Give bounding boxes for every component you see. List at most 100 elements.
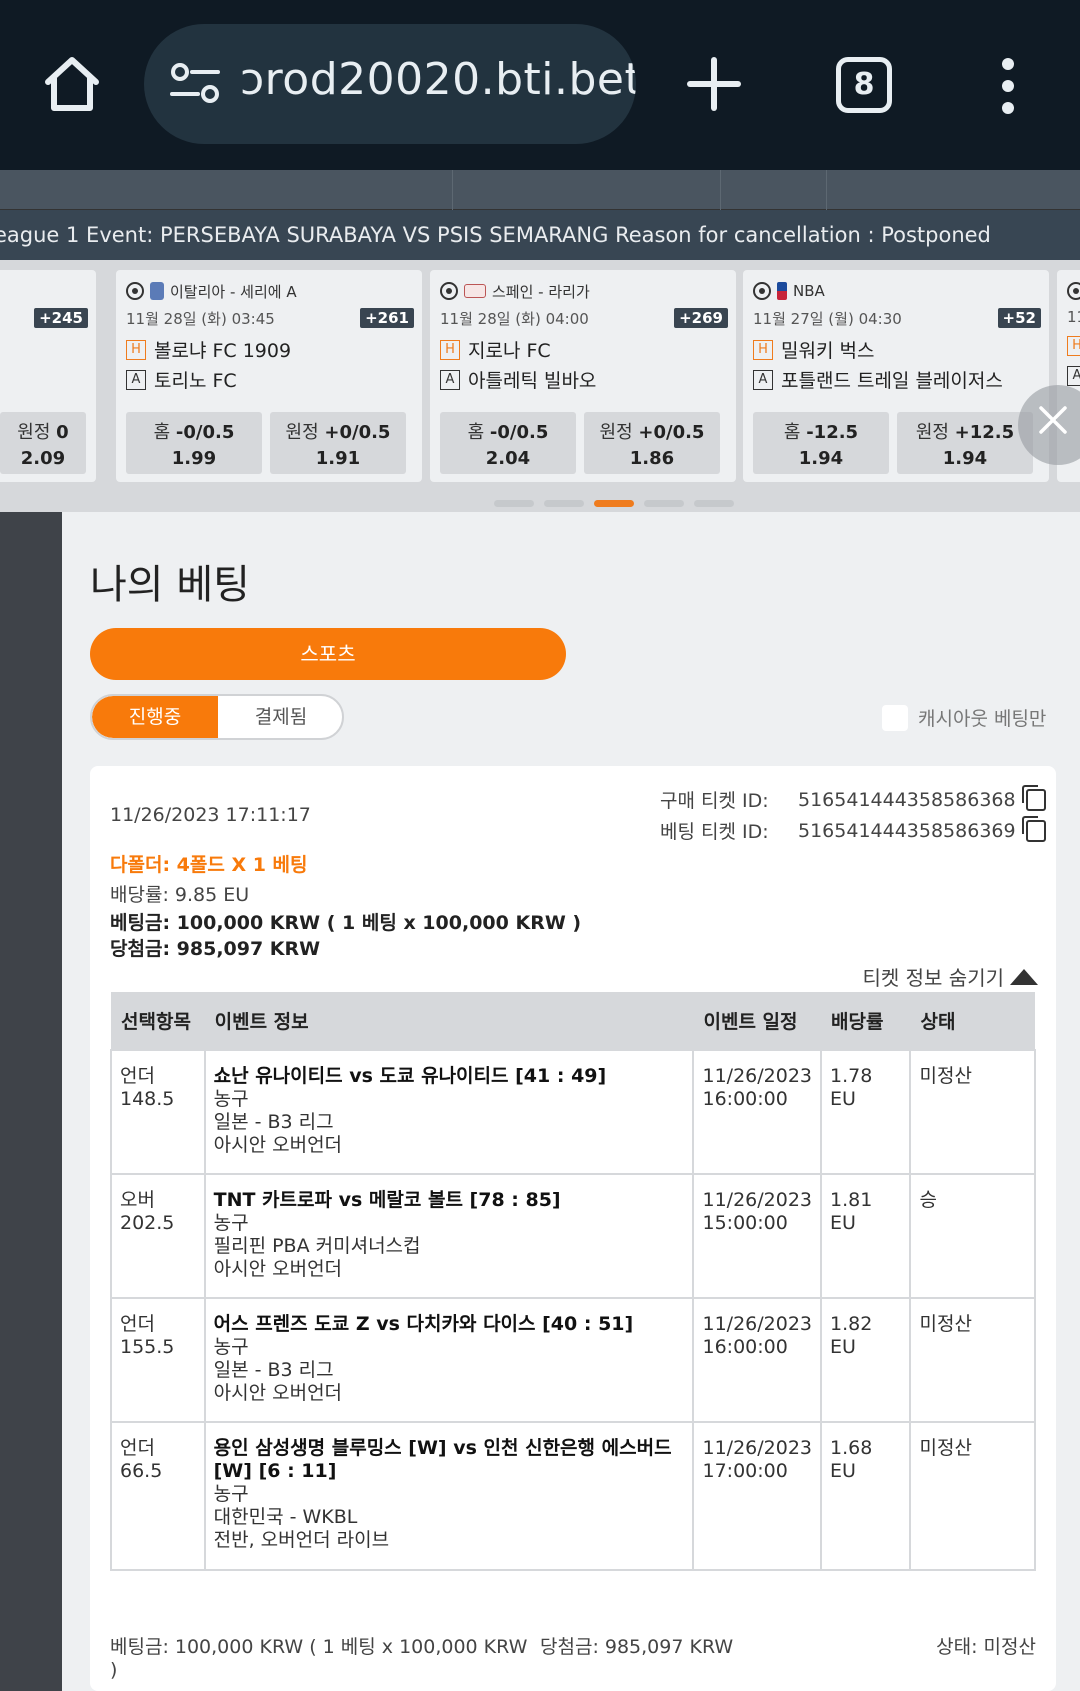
status-cell: 미정산 [909, 1297, 1036, 1423]
event-market: 아시안 오버언더 [213, 1134, 343, 1156]
home-team: 볼로냐 FC 1909 [154, 340, 292, 362]
table-row: 오버 202.5 TNT 카트로파 vs 메랄코 볼트 [78 : 85] 농구… [110, 1173, 1036, 1299]
address-bar[interactable]: ɔrod20020.bti.bet [144, 24, 636, 144]
featured-events-carousel[interactable]: +245 원정 0 2.09 이탈리아 - 세리에 A 11월 28일 (화) … [0, 270, 1080, 482]
event-league: 대한민국 - WKBL [213, 1506, 358, 1528]
league-name: 스페인 - 라리가 [492, 282, 590, 301]
pager-dot-active[interactable] [594, 500, 634, 507]
announcement-ticker[interactable]: eague 1 Event: PERSEBAYA SURABAYA VS PSI… [0, 210, 1080, 260]
url-text[interactable]: ɔrod20020.bti.bet [240, 54, 636, 105]
stake-line: 베팅금: 100,000 KRW ( 1 베팅 x 100,000 KRW ) [110, 912, 582, 934]
event-league: 일본 - B3 리그 [213, 1111, 334, 1133]
cashout-filter[interactable]: 캐시아웃 베팅만 [882, 704, 1046, 731]
odds-value: 2.09 [20, 448, 66, 469]
my-bets-panel: 나의 베팅 스포츠 진행중 결제됨 캐시아웃 베팅만 11/26/2023 17… [62, 512, 1080, 1691]
hide-info-label: 티켓 정보 숨기기 [862, 966, 1004, 990]
table-row: 언더 155.5 어스 프렌즈 도쿄 Z vs 다치카와 다이스 [40 : 5… [110, 1297, 1036, 1423]
event-card[interactable]: NBA 11월 27일 (월) 04:30 +52 H 밀워키 벅스 A 포틀랜드 … [743, 270, 1049, 482]
pager-dot[interactable] [694, 500, 734, 507]
cashout-label: 캐시아웃 베팅만 [918, 708, 1047, 730]
table-row: 언더 148.5 쇼난 유나이티드 vs 도쿄 유나이티드 [41 : 49] … [110, 1049, 1036, 1175]
collapse-arrow-icon [1010, 968, 1038, 985]
markets-count-badge[interactable]: +245 [34, 308, 88, 328]
more-menu-icon[interactable] [996, 56, 1020, 116]
footer-stake: 베팅금: 100,000 KRW ( 1 베팅 x 100,000 KRW ) [110, 1636, 528, 1681]
odds-label: 홈 [783, 422, 801, 443]
ticker-text: eague 1 Event: PERSEBAYA SURABAYA VS PSI… [0, 223, 991, 247]
new-tab-icon[interactable] [684, 54, 744, 114]
markets-count-badge[interactable]: +261 [360, 308, 414, 328]
sports-tab-button[interactable]: 스포츠 [90, 628, 566, 680]
odds-button[interactable]: 홈 -12.5 1.94 [753, 412, 889, 474]
away-badge: A [1067, 366, 1080, 386]
tab-switcher-button[interactable]: 8 [836, 57, 892, 113]
odds-line: +0/0.5 [638, 422, 705, 443]
odds-label: 원정 [17, 422, 51, 443]
hide-ticket-info-toggle[interactable]: 티켓 정보 숨기기 [862, 962, 1038, 991]
event-date-cell: 11/26/2023 17:00:00 [692, 1421, 822, 1571]
divider [720, 170, 721, 210]
column-header: 배당률 [821, 992, 911, 1050]
copy-icon[interactable] [1021, 815, 1046, 842]
away-badge: A [753, 369, 773, 390]
total-odds: 배당률: 9.85 EU [110, 884, 250, 906]
column-header: 선택항목 [111, 992, 205, 1050]
copy-icon[interactable] [1021, 784, 1046, 811]
away-badge: A [440, 369, 460, 390]
pager-dot[interactable] [644, 500, 684, 507]
home-icon[interactable] [40, 52, 104, 116]
odds-button[interactable]: 원정 0 2.09 [0, 412, 86, 474]
ticket-timestamp: 11/26/2023 17:11:17 [110, 804, 311, 826]
overlay-backdrop[interactable] [0, 512, 62, 1691]
column-header: 이벤트 정보 [204, 992, 694, 1050]
basketball-icon [1067, 282, 1080, 300]
purchase-id-label: 구매 티켓 ID: [660, 790, 769, 812]
odds-line: +12.5 [954, 422, 1015, 443]
odds-button[interactable]: 원정 +0/0.5 1.91 [270, 412, 406, 474]
status-segmented-control[interactable]: 진행중 결제됨 [90, 694, 344, 740]
tab-in-progress[interactable]: 진행중 [92, 696, 218, 738]
odds-label: 홈 [153, 422, 171, 443]
cashout-checkbox[interactable] [882, 704, 908, 731]
odds-label: 홈 [467, 422, 485, 443]
pager-dot[interactable] [544, 500, 584, 507]
divider [452, 170, 453, 210]
markets-count-badge[interactable]: +52 [997, 308, 1041, 328]
home-team: 밀워키 벅스 [781, 340, 875, 362]
soccer-ball-icon [126, 282, 144, 300]
away-team: 포틀랜드 트레일 블레이저스 [781, 370, 1003, 392]
pager-dot[interactable] [494, 500, 534, 507]
odds-button[interactable]: 원정 +12.5 1.94 [897, 412, 1033, 474]
odds-value: 1.94 [798, 448, 844, 469]
footer-status: 상태: 미정산 [936, 1636, 1036, 1658]
event-market: 전반, 오버언더 라이브 [213, 1529, 390, 1551]
event-date-cell: 11/26/2023 16:00:00 [692, 1049, 822, 1175]
markets-count-badge[interactable]: +269 [674, 308, 728, 328]
bet-id-label: 베팅 티켓 ID: [660, 821, 769, 843]
odds-button[interactable]: 홈 -0/0.5 2.04 [440, 412, 576, 474]
odds-label: 원정 [285, 422, 319, 443]
event-league: 일본 - B3 리그 [213, 1359, 334, 1381]
event-league: 필리핀 PBA 커미셔너스컵 [213, 1235, 421, 1257]
bet-ticket-card: 11/26/2023 17:11:17 구매 티켓 ID: 5165414443… [90, 766, 1056, 1691]
footer-win: 당첨금: 985,097 KRW [540, 1636, 734, 1658]
carousel-pager[interactable] [494, 500, 734, 507]
tab-settled[interactable]: 결제됨 [218, 696, 342, 738]
event-card[interactable]: +245 원정 0 2.09 [0, 270, 96, 482]
event-date: 11월 28일 (화) 03:45 [126, 310, 275, 328]
bet-type: 다폴더: 4폴드 X 1 베팅 [110, 854, 308, 876]
away-badge: A [126, 369, 146, 390]
browser-toolbar: ɔrod20020.bti.bet 8 [0, 0, 1080, 170]
odds-value: 1.86 [629, 448, 675, 469]
event-info-cell: TNT 카트로파 vs 메랄코 볼트 [78 : 85] 농구 필리핀 PBA … [203, 1173, 695, 1299]
column-header: 상태 [910, 992, 1035, 1050]
odds-label: 원정 [915, 422, 949, 443]
event-card[interactable]: 이탈리아 - 세리에 A 11월 28일 (화) 03:45 +261 H 볼로냐… [116, 270, 422, 482]
odds-button[interactable]: 원정 +0/0.5 1.86 [584, 412, 720, 474]
italy-flag-icon [150, 282, 164, 300]
selection-cell: 언더 148.5 [110, 1049, 206, 1175]
odds-button[interactable]: 홈 -0/0.5 1.99 [126, 412, 262, 474]
league-name: NBA [793, 282, 825, 300]
event-card[interactable]: 스페인 - 라리가 11월 28일 (화) 04:00 +269 H 지로나 FC… [430, 270, 736, 482]
site-settings-icon[interactable] [170, 62, 220, 106]
